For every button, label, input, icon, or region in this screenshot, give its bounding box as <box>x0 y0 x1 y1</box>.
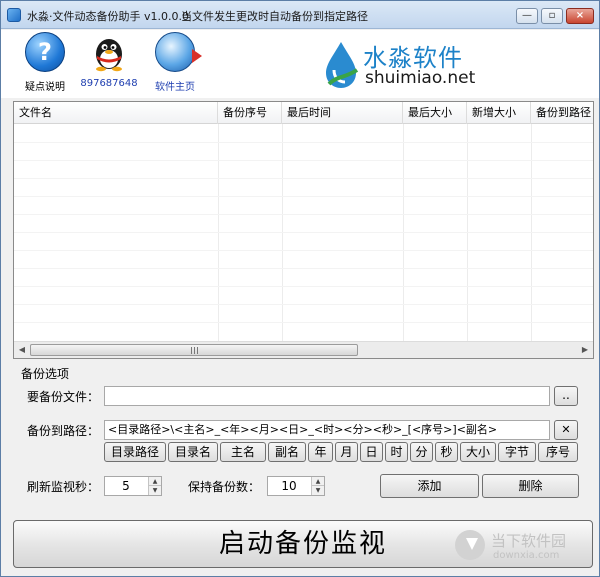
token-seq-button[interactable]: 序号 <box>538 442 578 462</box>
row-line <box>14 232 593 233</box>
help-icon: ? <box>25 32 65 72</box>
token-bytes-button[interactable]: 字节 <box>498 442 536 462</box>
clear-path-button[interactable]: ✕ <box>554 420 578 440</box>
title-bar[interactable]: 水淼·文件动态备份助手 v1.0.0.0 当文件发生更改时自动备份到指定路径 —… <box>1 1 599 29</box>
globe-icon <box>155 32 202 72</box>
app-icon <box>7 8 21 22</box>
refresh-seconds-stepper[interactable]: 5 ▲ ▼ <box>104 476 162 496</box>
col-filename[interactable]: 文件名 <box>14 102 218 124</box>
scroll-thumb[interactable] <box>30 344 358 356</box>
add-button[interactable]: 添加 <box>380 474 479 498</box>
list-header: 文件名 备份序号 最后时间 最后大小 新增大小 备份到路径 <box>14 102 593 124</box>
watermark: 当下软件园 downxia.com <box>453 528 593 568</box>
watermark-english: downxia.com <box>493 550 560 561</box>
row-line <box>14 142 593 143</box>
scroll-left-icon[interactable]: ◀ <box>15 344 29 356</box>
token-month-button[interactable]: 月 <box>335 442 358 462</box>
dest-path-label: 备份到路径： <box>27 424 100 438</box>
spin-up-icon[interactable]: ▲ <box>149 477 161 486</box>
row-line <box>14 322 593 323</box>
keep-count-label: 保持备份数： <box>188 480 261 494</box>
window-subtitle: 当文件发生更改时自动备份到指定路径 <box>181 10 368 23</box>
help-label: 疑点说明 <box>25 82 65 93</box>
options-section-title: 备份选项 <box>21 367 70 381</box>
maximize-button[interactable]: ▫ <box>541 8 563 24</box>
token-dir-path-button[interactable]: 目录路径 <box>104 442 166 462</box>
homepage-button[interactable]: 软件主页 <box>143 32 207 93</box>
close-button[interactable]: × <box>566 8 594 24</box>
col-added-size[interactable]: 新增大小 <box>467 102 531 124</box>
token-dir-name-button[interactable]: 目录名 <box>168 442 218 462</box>
source-file-input[interactable] <box>104 386 550 406</box>
refresh-seconds-value: 5 <box>122 479 130 493</box>
browse-button[interactable]: .. <box>554 386 578 406</box>
token-ext-name-button[interactable]: 副名 <box>268 442 306 462</box>
toolbar: ? 疑点说明 897687648 软件主页 水淼软件 shuimiao.net <box>1 30 599 98</box>
water-drop-icon <box>326 42 359 88</box>
row-line <box>14 196 593 197</box>
grid-line <box>531 124 532 342</box>
homepage-label: 软件主页 <box>155 82 195 93</box>
source-file-label: 要备份文件： <box>27 390 100 404</box>
refresh-seconds-label: 刷新监视秒： <box>27 480 100 494</box>
watermark-chinese: 当下软件园 <box>491 532 567 550</box>
keep-count-value: 10 <box>281 479 297 493</box>
arrow-icon <box>192 49 202 63</box>
spin-up-icon[interactable]: ▲ <box>312 477 324 486</box>
grip-icon <box>191 347 199 354</box>
grid-line <box>403 124 404 342</box>
spin-down-icon[interactable]: ▼ <box>149 486 161 495</box>
keep-spin-buttons: ▲ ▼ <box>311 477 324 495</box>
row-line <box>14 286 593 287</box>
col-last-size[interactable]: 最后大小 <box>403 102 467 124</box>
qq-penguin-icon <box>89 32 129 72</box>
keep-count-stepper[interactable]: 10 ▲ ▼ <box>267 476 325 496</box>
token-main-name-button[interactable]: 主名 <box>220 442 266 462</box>
horizontal-scrollbar[interactable]: ◀ ▶ <box>14 341 593 358</box>
token-hour-button[interactable]: 时 <box>385 442 408 462</box>
row-line <box>14 160 593 161</box>
grid-line <box>218 124 219 342</box>
dest-path-input[interactable]: <目录路径>\<主名>_<年><月><日>_<时><分><秒>_[<序号>]<副… <box>104 420 550 440</box>
grid-line <box>282 124 283 342</box>
col-backup-seq[interactable]: 备份序号 <box>218 102 282 124</box>
refresh-spin-buttons: ▲ ▼ <box>148 477 161 495</box>
scroll-right-icon[interactable]: ▶ <box>578 344 592 356</box>
row-line <box>14 268 593 269</box>
minimize-button[interactable]: — <box>516 8 538 24</box>
qq-button[interactable]: 897687648 <box>77 32 141 89</box>
download-arrow <box>466 538 478 550</box>
file-list[interactable]: 文件名 备份序号 最后时间 最后大小 新增大小 备份到路径 ◀ ▶ <box>13 101 594 359</box>
logo-english: shuimiao.net <box>365 68 476 88</box>
download-icon <box>455 530 485 560</box>
app-window: 水淼·文件动态备份助手 v1.0.0.0 当文件发生更改时自动备份到指定路径 —… <box>0 0 600 577</box>
token-year-button[interactable]: 年 <box>308 442 333 462</box>
token-size-button[interactable]: 大小 <box>460 442 496 462</box>
delete-button[interactable]: 删除 <box>482 474 579 498</box>
window-title: 水淼·文件动态备份助手 v1.0.0.0 <box>27 10 189 23</box>
row-line <box>14 214 593 215</box>
brand-logo: 水淼软件 shuimiao.net <box>323 38 493 94</box>
token-second-button[interactable]: 秒 <box>435 442 458 462</box>
row-line <box>14 178 593 179</box>
row-line <box>14 250 593 251</box>
col-dest-path[interactable]: 备份到路径 <box>531 102 593 124</box>
token-day-button[interactable]: 日 <box>360 442 383 462</box>
col-last-time[interactable]: 最后时间 <box>282 102 403 124</box>
row-line <box>14 304 593 305</box>
token-minute-button[interactable]: 分 <box>410 442 433 462</box>
qq-number: 897687648 <box>80 78 138 89</box>
grid-line <box>467 124 468 342</box>
spin-down-icon[interactable]: ▼ <box>312 486 324 495</box>
help-button[interactable]: ? 疑点说明 <box>13 32 77 93</box>
